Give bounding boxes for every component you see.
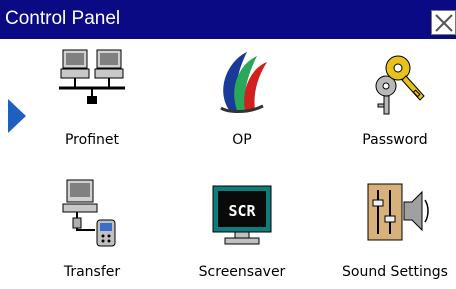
op-item[interactable]: OP: [172, 48, 312, 158]
transfer-item[interactable]: Transfer: [22, 178, 162, 288]
profinet-item[interactable]: Profinet: [22, 48, 162, 158]
password-item[interactable]: Password: [325, 48, 456, 158]
close-icon: [435, 14, 453, 32]
monitor-scr-icon: SCR: [212, 185, 272, 245]
close-button[interactable]: [431, 10, 456, 35]
op-logo-icon: [220, 52, 267, 113]
sound-settings-label: Sound Settings: [342, 264, 448, 280]
keys-icon: [375, 55, 425, 115]
network-computers-icon: [59, 49, 125, 104]
password-label: Password: [362, 132, 428, 148]
transfer-label: Transfer: [63, 264, 121, 280]
title-bar: Control Panel: [0, 0, 456, 39]
screensaver-item[interactable]: SCR Screensaver: [172, 178, 312, 288]
sound-settings-item[interactable]: Sound Settings: [325, 178, 456, 288]
screensaver-label: Screensaver: [198, 264, 286, 280]
computer-transfer-icon: [62, 179, 116, 247]
profinet-label: Profinet: [64, 132, 119, 148]
svg-text:SCR: SCR: [228, 202, 256, 220]
op-label: OP: [232, 132, 252, 148]
speaker-mixer-icon: [367, 183, 429, 241]
window-title: Control Panel: [5, 8, 121, 29]
